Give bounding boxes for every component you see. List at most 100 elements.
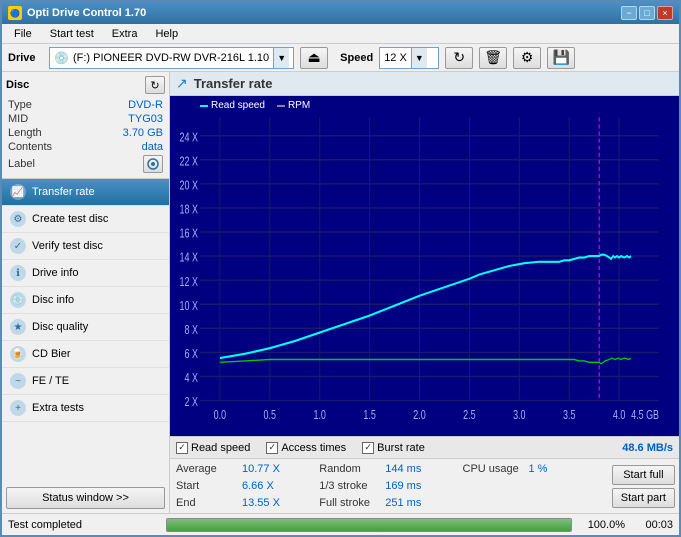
legend-rpm: RPM bbox=[277, 100, 310, 111]
svg-text:4 X: 4 X bbox=[184, 372, 198, 386]
refresh-button[interactable]: ↻ bbox=[445, 47, 473, 69]
disc-header: Disc ↻ bbox=[6, 76, 165, 94]
legend-rpm-dot bbox=[277, 105, 285, 107]
disc-quality-icon: ★ bbox=[10, 319, 26, 335]
stat-stroke-1-3-val: 169 ms bbox=[385, 480, 421, 492]
stat-start-key: Start bbox=[176, 480, 236, 492]
main-content: Disc ↻ Type DVD-R MID TYG03 Length 3.70 … bbox=[2, 72, 679, 513]
sidebar: Disc ↻ Type DVD-R MID TYG03 Length 3.70 … bbox=[2, 72, 170, 513]
read-speed-checkbox-label: Read speed bbox=[191, 442, 250, 454]
svg-text:4.0: 4.0 bbox=[613, 409, 625, 423]
menu-help[interactable]: Help bbox=[147, 26, 186, 42]
stat-stroke-1-3: 1/3 stroke 169 ms bbox=[319, 479, 458, 493]
nav-item-drive-info[interactable]: ℹ Drive info bbox=[2, 260, 169, 287]
nav-label-transfer-rate: Transfer rate bbox=[32, 186, 95, 198]
access-times-checkbox-item: ✓ Access times bbox=[266, 442, 346, 454]
close-button[interactable]: × bbox=[657, 6, 673, 20]
menu-start-test[interactable]: Start test bbox=[42, 26, 102, 42]
drive-select[interactable]: 💿 (F:) PIONEER DVD-RW DVR-216L 1.10 ▼ bbox=[49, 47, 294, 69]
menu-file[interactable]: File bbox=[6, 26, 40, 42]
title-bar-left: 🔵 Opti Drive Control 1.70 bbox=[8, 6, 146, 20]
status-window-button[interactable]: Status window >> bbox=[6, 487, 165, 509]
speed-value: 12 X bbox=[384, 52, 407, 64]
disc-type-row: Type DVD-R bbox=[6, 98, 165, 112]
speed-label: Speed bbox=[340, 52, 373, 64]
legend-read-speed: Read speed bbox=[200, 100, 265, 111]
burst-rate-checkbox-item: ✓ Burst rate bbox=[362, 442, 425, 454]
disc-info-icon: 💿 bbox=[10, 292, 26, 308]
disc-refresh-button[interactable]: ↻ bbox=[145, 76, 165, 94]
chart-header: ↗ Transfer rate bbox=[170, 72, 679, 96]
read-speed-checkbox-item: ✓ Read speed bbox=[176, 442, 250, 454]
stats-area: ✓ Read speed ✓ Access times ✓ Burst rate… bbox=[170, 436, 679, 513]
save-button[interactable]: 💾 bbox=[547, 47, 575, 69]
maximize-button[interactable]: □ bbox=[639, 6, 655, 20]
erase-button[interactable]: 🗑 bbox=[479, 47, 507, 69]
speed-dropdown-arrow[interactable]: ▼ bbox=[411, 48, 427, 68]
disc-label-key: Label bbox=[8, 158, 35, 170]
burst-rate-checkbox[interactable]: ✓ bbox=[362, 442, 374, 454]
drive-dropdown-arrow[interactable]: ▼ bbox=[273, 48, 289, 68]
svg-text:4.5 GB: 4.5 GB bbox=[631, 409, 659, 423]
drive-disc-icon: 💿 bbox=[54, 51, 69, 65]
nav-label-fe-te: FE / TE bbox=[32, 375, 69, 387]
menu-bar: File Start test Extra Help bbox=[2, 24, 679, 44]
window-controls: − □ × bbox=[621, 6, 673, 20]
nav-item-cd-bier[interactable]: 🍺 CD Bier bbox=[2, 341, 169, 368]
start-part-button[interactable]: Start part bbox=[612, 488, 675, 508]
stats-col1: Average 10.77 X Start 6.66 X End 13.55 X bbox=[176, 462, 315, 510]
svg-text:3.5: 3.5 bbox=[563, 409, 575, 423]
stat-cpu-val: 1 % bbox=[529, 463, 548, 475]
speed-select[interactable]: 12 X ▼ bbox=[379, 47, 439, 69]
burst-rate-checkbox-label: Burst rate bbox=[377, 442, 425, 454]
nav-item-disc-info[interactable]: 💿 Disc info bbox=[2, 287, 169, 314]
svg-text:20 X: 20 X bbox=[179, 179, 198, 193]
svg-text:24 X: 24 X bbox=[179, 131, 198, 145]
drive-row: Drive 💿 (F:) PIONEER DVD-RW DVR-216L 1.1… bbox=[2, 44, 679, 72]
nav-item-create-test-disc[interactable]: ⚙ Create test disc bbox=[2, 206, 169, 233]
stat-start: Start 6.66 X bbox=[176, 479, 315, 493]
chart-title-icon: ↗ bbox=[176, 75, 188, 92]
stat-random-key: Random bbox=[319, 463, 379, 475]
read-speed-checkbox[interactable]: ✓ bbox=[176, 442, 188, 454]
window-title: Opti Drive Control 1.70 bbox=[27, 7, 146, 19]
disc-label-icon-button[interactable] bbox=[143, 155, 163, 173]
disc-contents-row: Contents data bbox=[6, 140, 165, 154]
svg-text:3.0: 3.0 bbox=[513, 409, 525, 423]
stat-full-stroke: Full stroke 251 ms bbox=[319, 496, 458, 510]
main-window: 🔵 Opti Drive Control 1.70 − □ × File Sta… bbox=[0, 0, 681, 537]
nav-item-fe-te[interactable]: ~ FE / TE bbox=[2, 368, 169, 395]
settings-button[interactable]: ⚙ bbox=[513, 47, 541, 69]
svg-text:0.0: 0.0 bbox=[214, 409, 226, 423]
menu-extra[interactable]: Extra bbox=[104, 26, 146, 42]
stat-random: Random 144 ms bbox=[319, 462, 458, 476]
chart-legend: Read speed RPM bbox=[200, 100, 310, 111]
label-icon bbox=[146, 157, 160, 171]
legend-rpm-label: RPM bbox=[288, 100, 310, 111]
nav-item-transfer-rate[interactable]: 📈 Transfer rate bbox=[2, 179, 169, 206]
access-times-checkbox[interactable]: ✓ bbox=[266, 442, 278, 454]
stat-stroke-1-3-key: 1/3 stroke bbox=[319, 480, 379, 492]
checkbox-row: ✓ Read speed ✓ Access times ✓ Burst rate… bbox=[170, 437, 679, 459]
minimize-button[interactable]: − bbox=[621, 6, 637, 20]
drive-eject-button[interactable]: ⏏ bbox=[300, 47, 328, 69]
nav-item-verify-test-disc[interactable]: ✓ Verify test disc bbox=[2, 233, 169, 260]
nav-item-extra-tests[interactable]: + Extra tests bbox=[2, 395, 169, 422]
start-full-button[interactable]: Start full bbox=[612, 465, 675, 485]
disc-mid-key: MID bbox=[8, 113, 28, 125]
svg-text:2.5: 2.5 bbox=[463, 409, 475, 423]
stat-start-val: 6.66 X bbox=[242, 480, 274, 492]
svg-text:2.0: 2.0 bbox=[413, 409, 425, 423]
stat-end: End 13.55 X bbox=[176, 496, 315, 510]
nav-label-drive-info: Drive info bbox=[32, 267, 78, 279]
create-test-disc-icon: ⚙ bbox=[10, 211, 26, 227]
progress-percent: 100.0% bbox=[580, 519, 625, 531]
chart-title: Transfer rate bbox=[194, 76, 273, 91]
stats-grid: Average 10.77 X Start 6.66 X End 13.55 X bbox=[170, 459, 608, 513]
svg-text:16 X: 16 X bbox=[179, 227, 198, 241]
svg-text:8 X: 8 X bbox=[184, 324, 198, 338]
app-icon: 🔵 bbox=[8, 6, 22, 20]
svg-text:10 X: 10 X bbox=[179, 300, 198, 314]
nav-item-disc-quality[interactable]: ★ Disc quality bbox=[2, 314, 169, 341]
status-text: Test completed bbox=[8, 519, 158, 531]
